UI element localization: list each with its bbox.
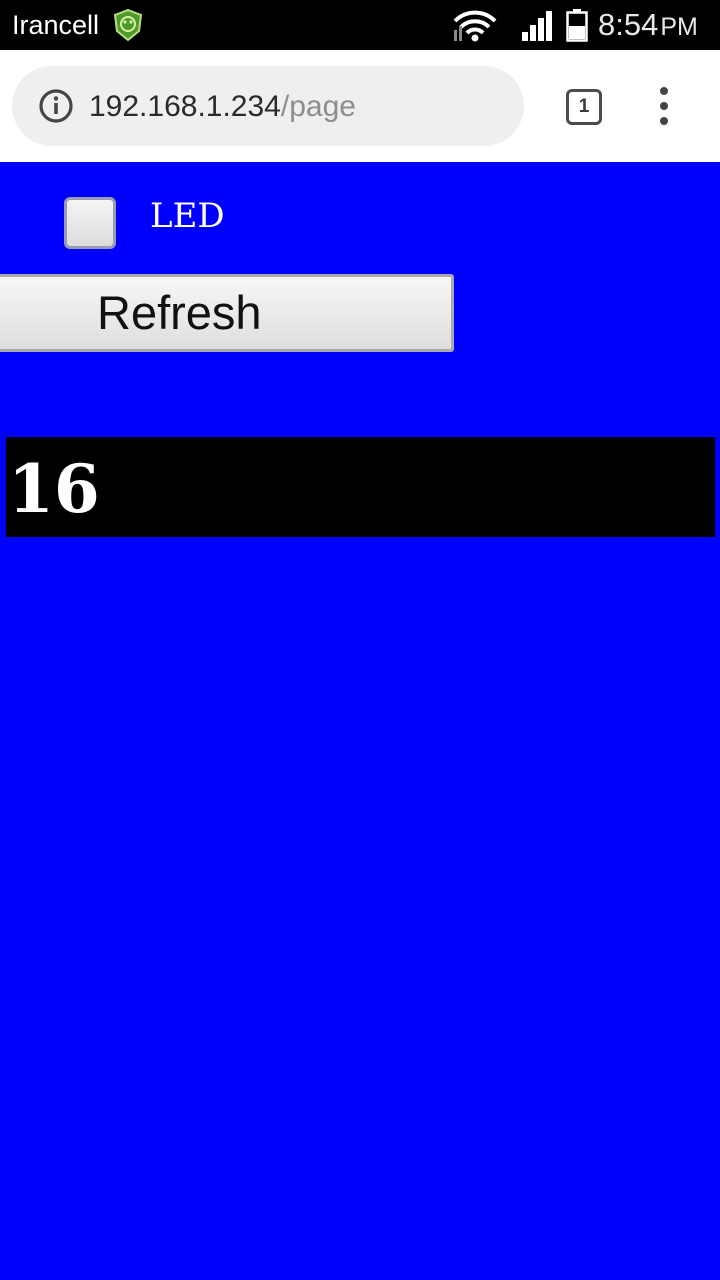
info-icon[interactable] (38, 88, 74, 124)
value-display: 16 (6, 437, 715, 537)
address-bar[interactable]: 192.168.1.234/page (12, 66, 524, 146)
status-clock: 8:54PM (598, 8, 698, 44)
browser-toolbar: 192.168.1.234/page 1 (0, 50, 720, 162)
led-checkbox[interactable] (64, 197, 116, 249)
url-text[interactable]: 192.168.1.234/page (89, 89, 356, 125)
wifi-icon (452, 10, 498, 42)
url-path: /page (280, 90, 356, 123)
url-host: 192.168.1.234 (89, 90, 281, 123)
led-label: LED (150, 196, 225, 236)
value-text: 16 (8, 450, 100, 528)
tab-switcher-button[interactable]: 1 (566, 89, 602, 125)
refresh-button[interactable]: Refresh (0, 274, 454, 352)
battery-icon (566, 9, 588, 42)
signal-icon (520, 10, 554, 42)
clock-ampm: PM (660, 13, 698, 41)
carrier-name: Irancell (12, 10, 100, 40)
carrier-badge-icon (112, 8, 144, 42)
clock-time: 8:54 (598, 7, 659, 42)
more-vert-icon[interactable] (646, 84, 682, 128)
status-bar: Irancell 8:54PM (0, 0, 720, 50)
